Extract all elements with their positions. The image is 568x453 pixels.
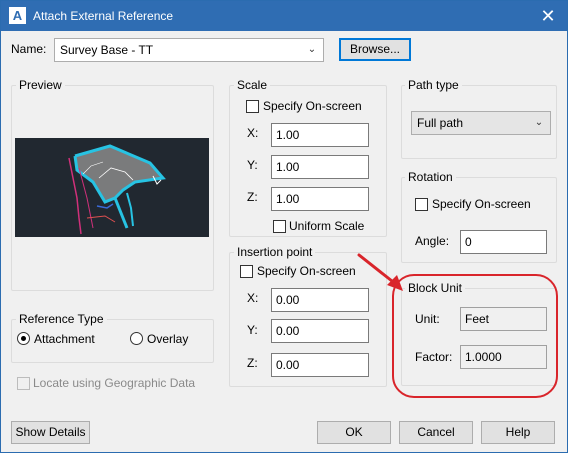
name-label: Name:: [11, 42, 47, 56]
rotation-specify-label: Specify On-screen: [432, 197, 531, 211]
path-type-value: Full path: [417, 116, 464, 130]
preview-drawing: [68, 144, 166, 235]
scale-title: Scale: [234, 78, 271, 92]
preview-image: [15, 138, 209, 237]
overlay-label: Overlay: [147, 332, 189, 346]
insertion-specify-checkbox[interactable]: [240, 265, 253, 278]
insertion-z-label: Z:: [247, 356, 258, 370]
name-value: Survey Base - TT: [60, 43, 154, 57]
scale-x-input[interactable]: 1.00: [271, 123, 369, 147]
attachment-radio[interactable]: [17, 332, 30, 345]
path-type-select[interactable]: Full path ⌄: [411, 111, 551, 135]
insertion-x-label: X:: [247, 291, 259, 305]
rotation-specify-checkbox[interactable]: [415, 198, 428, 211]
chevron-down-icon: ⌄: [307, 44, 317, 55]
rotation-title: Rotation: [405, 170, 456, 184]
radio-selected-dot: [21, 336, 26, 341]
name-combo[interactable]: Survey Base - TT ⌄: [54, 38, 324, 62]
uniform-scale-label: Uniform Scale: [289, 219, 365, 233]
close-icon[interactable]: ✕: [537, 5, 559, 27]
dialog-title: Attach External Reference: [33, 9, 174, 23]
angle-input[interactable]: 0: [460, 230, 547, 254]
angle-label: Angle:: [415, 234, 450, 248]
scale-specify-checkbox[interactable]: [246, 100, 259, 113]
preview-title: Preview: [16, 78, 65, 92]
title-bar: A Attach External Reference ✕: [1, 1, 567, 31]
overlay-radio[interactable]: [130, 332, 143, 345]
scale-x-label: X:: [247, 126, 259, 140]
help-button[interactable]: Help: [481, 421, 555, 444]
reference-type-title: Reference Type: [16, 312, 107, 326]
geo-label: Locate using Geographic Data: [33, 376, 196, 390]
scale-z-label: Z:: [247, 190, 258, 204]
annotation-arrow-icon: [357, 253, 403, 291]
insertion-y-input[interactable]: 0.00: [271, 319, 369, 343]
uniform-scale-checkbox[interactable]: [273, 220, 286, 233]
attachment-label: Attachment: [34, 332, 95, 346]
insertion-specify-label: Specify On-screen: [257, 264, 356, 278]
cancel-button[interactable]: Cancel: [399, 421, 473, 444]
scale-y-label: Y:: [247, 158, 258, 172]
insertion-y-label: Y:: [247, 323, 258, 337]
show-details-button[interactable]: Show Details: [11, 421, 90, 444]
attach-xref-dialog: A Attach External Reference ✕ Name: Surv…: [0, 0, 568, 453]
insertion-title: Insertion point: [234, 245, 316, 259]
scale-specify-label: Specify On-screen: [263, 99, 362, 113]
browse-button[interactable]: Browse...: [339, 38, 411, 61]
path-type-title: Path type: [405, 78, 462, 92]
scale-z-input[interactable]: 1.00: [271, 187, 369, 211]
chevron-down-icon: ⌄: [534, 117, 544, 128]
annotation-highlight-oval: [392, 274, 558, 398]
geo-checkbox[interactable]: [17, 377, 30, 390]
scale-y-input[interactable]: 1.00: [271, 155, 369, 179]
ok-button[interactable]: OK: [317, 421, 391, 444]
insertion-z-input[interactable]: 0.00: [271, 353, 369, 377]
autocad-app-icon: A: [9, 7, 26, 24]
